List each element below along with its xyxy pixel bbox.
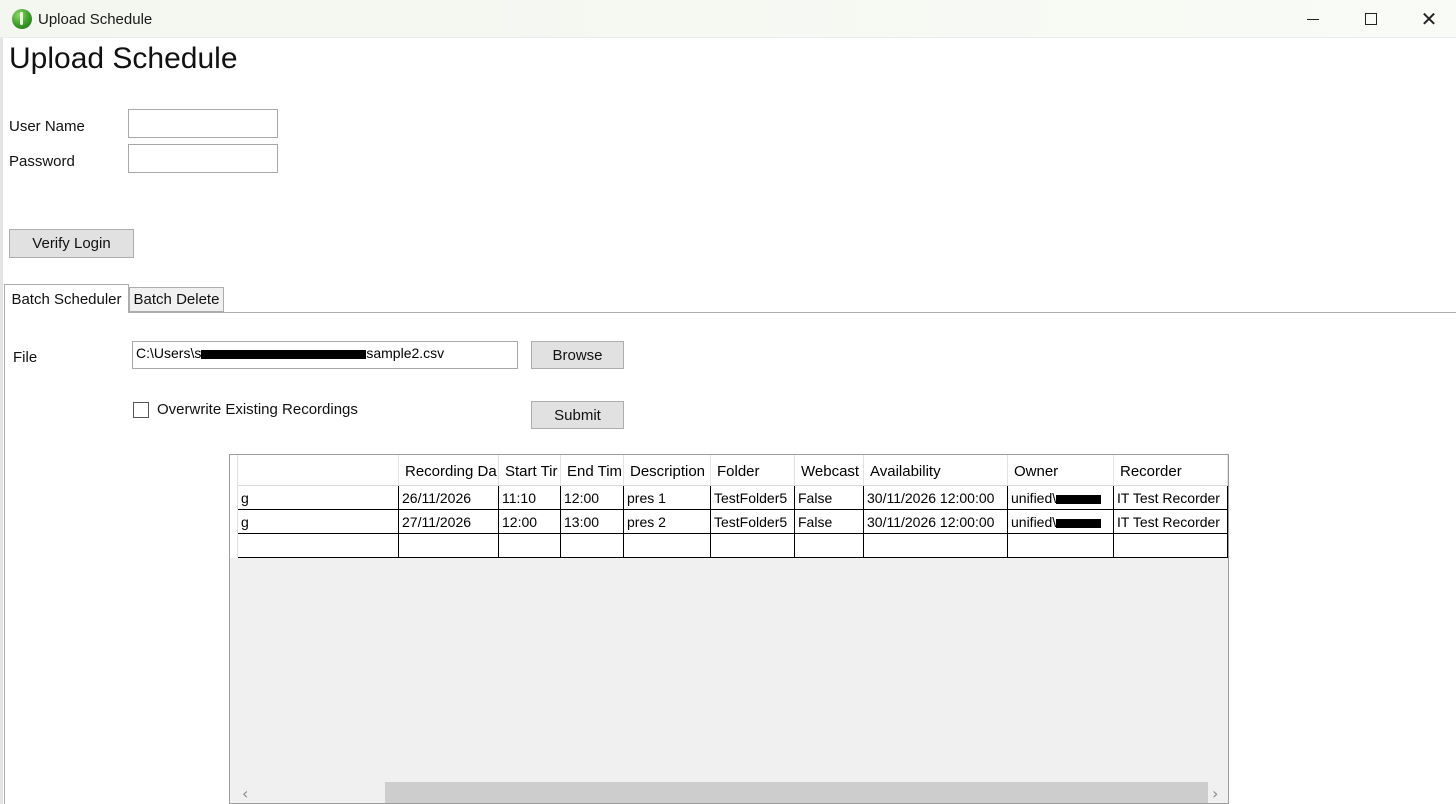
column-header-description[interactable]: Description [624,455,711,486]
table-cell[interactable]: pres 2 [624,510,711,534]
password-label: Password [9,153,75,170]
file-path-suffix: sample2.csv [366,345,445,361]
column-header-availability[interactable]: Availability [864,455,1008,486]
table-cell[interactable]: g [238,510,399,534]
close-button[interactable]: ✕ [1400,0,1456,38]
column-header-recording-date[interactable]: Recording Da [399,455,499,486]
row-header[interactable] [230,486,238,510]
row-header[interactable] [230,534,238,558]
submit-button[interactable]: Submit [531,401,624,429]
table-cell[interactable]: 13:00 [561,510,624,534]
table-cell[interactable]: 30/11/2026 12:00:00 [864,486,1008,510]
table-cell[interactable]: False [795,486,864,510]
table-cell-new[interactable] [499,534,561,558]
username-field[interactable] [128,109,278,138]
owner-domain: unified\ [1011,490,1057,506]
column-header-owner[interactable]: Owner [1008,455,1114,486]
close-icon: ✕ [1420,7,1438,31]
file-path-field[interactable]: C:\Users\s sample2.csv [132,341,518,369]
column-header-0[interactable] [238,455,399,486]
title-bar: Upload Schedule ✕ [0,0,1456,38]
username-label: User Name [9,118,85,135]
redacted-owner [1056,518,1102,528]
table-cell-new[interactable] [711,534,795,558]
scrollbar-thumb[interactable] [385,782,1208,803]
table-cell[interactable]: pres 1 [624,486,711,510]
maximize-button[interactable] [1342,0,1400,38]
table-cell-new[interactable] [238,534,399,558]
owner-cell[interactable]: unified\ [1008,510,1114,534]
table-cell[interactable]: 30/11/2026 12:00:00 [864,510,1008,534]
chevron-left-icon[interactable]: ‹ [242,784,248,803]
column-header-folder[interactable]: Folder [711,455,795,486]
table-cell-new[interactable] [561,534,624,558]
redacted-path [201,349,367,359]
table-cell[interactable]: 27/11/2026 [399,510,499,534]
window-title: Upload Schedule [38,11,153,28]
column-header-start-time[interactable]: Start Tir [499,455,561,486]
app-globe-icon [12,9,32,29]
column-header-webcast[interactable]: Webcast [795,455,864,486]
tab-batch-scheduler[interactable]: Batch Scheduler [4,284,129,313]
horizontal-scrollbar[interactable]: ‹ › [230,782,1228,803]
minimize-button[interactable] [1284,0,1342,38]
table-cell[interactable]: False [795,510,864,534]
table-cell-new[interactable] [1114,534,1228,558]
password-field[interactable] [128,144,278,173]
page-title: Upload Schedule [9,42,238,75]
table-cell[interactable]: g [238,486,399,510]
table-cell-new[interactable] [624,534,711,558]
overwrite-checkbox[interactable] [133,402,149,418]
table-cell-new[interactable] [864,534,1008,558]
minimize-icon [1307,18,1319,20]
owner-cell[interactable]: unified\ [1008,486,1114,510]
table-cell[interactable]: IT Test Recorder [1114,510,1228,534]
schedule-grid[interactable]: Recording Da Start Tir End Tim Descripti… [229,454,1229,804]
table-cell[interactable]: 12:00 [561,486,624,510]
table-cell[interactable]: 11:10 [499,486,561,510]
browse-button[interactable]: Browse [531,341,624,369]
file-path-prefix: C:\Users\s [136,345,202,361]
redacted-owner [1056,494,1102,504]
column-header-end-time[interactable]: End Tim [561,455,624,486]
overwrite-label: Overwrite Existing Recordings [157,401,358,418]
tab-batch-delete[interactable]: Batch Delete [129,287,224,312]
table-cell-new[interactable] [795,534,864,558]
table-cell[interactable]: 12:00 [499,510,561,534]
column-header-recorder[interactable]: Recorder [1114,455,1228,486]
corner-header [230,455,238,486]
window-left-edge [0,38,3,804]
table-cell[interactable]: TestFolder5 [711,510,795,534]
table-cell-new[interactable] [399,534,499,558]
table-cell[interactable]: IT Test Recorder [1114,486,1228,510]
maximize-icon [1365,13,1377,25]
chevron-right-icon[interactable]: › [1212,784,1218,803]
table-cell-new[interactable] [1008,534,1114,558]
table-cell[interactable]: 26/11/2026 [399,486,499,510]
file-label: File [13,349,38,366]
verify-login-button[interactable]: Verify Login [9,229,134,258]
row-header[interactable] [230,510,238,534]
table-cell[interactable]: TestFolder5 [711,486,795,510]
owner-domain: unified\ [1011,514,1057,530]
